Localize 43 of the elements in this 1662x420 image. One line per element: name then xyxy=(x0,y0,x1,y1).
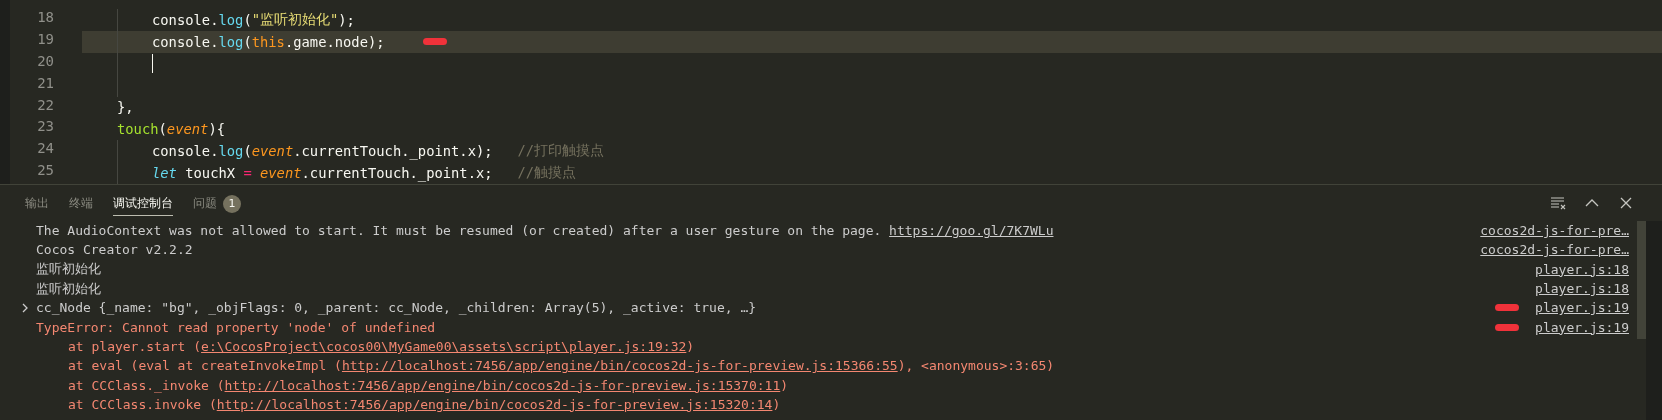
line-number: 20 xyxy=(36,52,54,71)
console-message: The AudioContext was not allowed to start. It must be resumed (or created) after a user gesture on the page. https://goo.gl/7K7WLu xyxy=(36,223,1054,239)
source-link[interactable]: player.js:18 xyxy=(1535,261,1629,277)
code-line: console.log(event.currentTouch._point.x); //打印触摸点 xyxy=(151,142,605,161)
source-link[interactable]: player.js:19 xyxy=(1535,300,1629,316)
source-link[interactable]: cocos2d-js-for-pre… xyxy=(1480,242,1629,258)
stack-trace-line: at player.start (e:\CocosProject\cocos00\MyGame00\assets\script\player.js:19:32) xyxy=(68,338,695,354)
link[interactable]: e:\CocosProject\cocos00\MyGame00\assets\script\player.js:19:32 xyxy=(201,338,687,354)
code-line: console.log(this.game.node); xyxy=(151,33,385,50)
link[interactable]: http://localhost:7456/app/engine/bin/cocos2d-js-for-preview.js:15366:55 xyxy=(341,358,898,374)
code-line: }, xyxy=(116,99,134,116)
code-line: let touchX = event.currentTouch._point.x; //触摸点 xyxy=(151,164,577,183)
scrollbar-thumb[interactable] xyxy=(1637,221,1646,339)
line-number: 24 xyxy=(36,140,54,159)
stack-trace-line: at CCClass.invoke (http://localhost:7456/app/engine/bin/cocos2d-js-for-preview.js:15320:14) xyxy=(68,396,781,412)
panel-tab[interactable]: 调试控制台 xyxy=(113,190,173,216)
panel-tab[interactable]: 问题 1 xyxy=(193,188,241,218)
code-line: touch(event){ xyxy=(116,121,226,138)
error-message: TypeError: Cannot read property 'node' of undefined xyxy=(36,319,436,335)
link[interactable]: http://localhost:7456/app/engine/bin/cocos2d-js-for-preview.js:15320:14 xyxy=(216,396,773,412)
line-number: 19 xyxy=(36,30,54,49)
count-badge: 1 xyxy=(223,194,241,213)
source-link[interactable]: player.js:18 xyxy=(1535,281,1629,297)
console-message: Cocos Creator v2.2.2 xyxy=(36,242,193,258)
link[interactable]: http://localhost:7456/app/engine/bin/cocos2d-js-for-preview.js:15370:11 xyxy=(224,377,781,393)
console-message: cc_Node {_name: "bg", _objFlags: 0, _parent: cc_Node, _children: Array(5), _active: true, …} xyxy=(36,300,757,316)
close-icon[interactable] xyxy=(1618,195,1634,211)
clear-console-icon[interactable] xyxy=(1550,195,1566,211)
panel-tab[interactable]: 输出 xyxy=(25,190,49,216)
source-link[interactable]: cocos2d-js-for-pre… xyxy=(1480,223,1629,239)
line-number: 22 xyxy=(36,96,54,115)
link[interactable]: https://goo.gl/7K7WLu xyxy=(889,223,1054,239)
code-line: console.log("监听初始化"); xyxy=(151,10,355,29)
line-number: 18 xyxy=(36,9,54,27)
line-number: 25 xyxy=(36,162,54,181)
stack-trace-line: at CCClass._invoke (http://localhost:7456/app/engine/bin/cocos2d-js-for-preview.js:15370:11) xyxy=(68,377,789,393)
console-message: 监听初始化 xyxy=(36,279,101,298)
line-number: 23 xyxy=(36,118,54,137)
stack-trace-line: at eval (eval at createInvokeImpl (http://localhost:7456/app/engine/bin/cocos2d-js-for-preview.js:15366:55), <anonymous>:3:65) xyxy=(68,358,1055,374)
line-number: 21 xyxy=(36,74,54,93)
console-message: 监听初始化 xyxy=(36,260,101,279)
source-link[interactable]: player.js:19 xyxy=(1535,319,1629,335)
panel-tab[interactable]: 终端 xyxy=(69,190,93,216)
